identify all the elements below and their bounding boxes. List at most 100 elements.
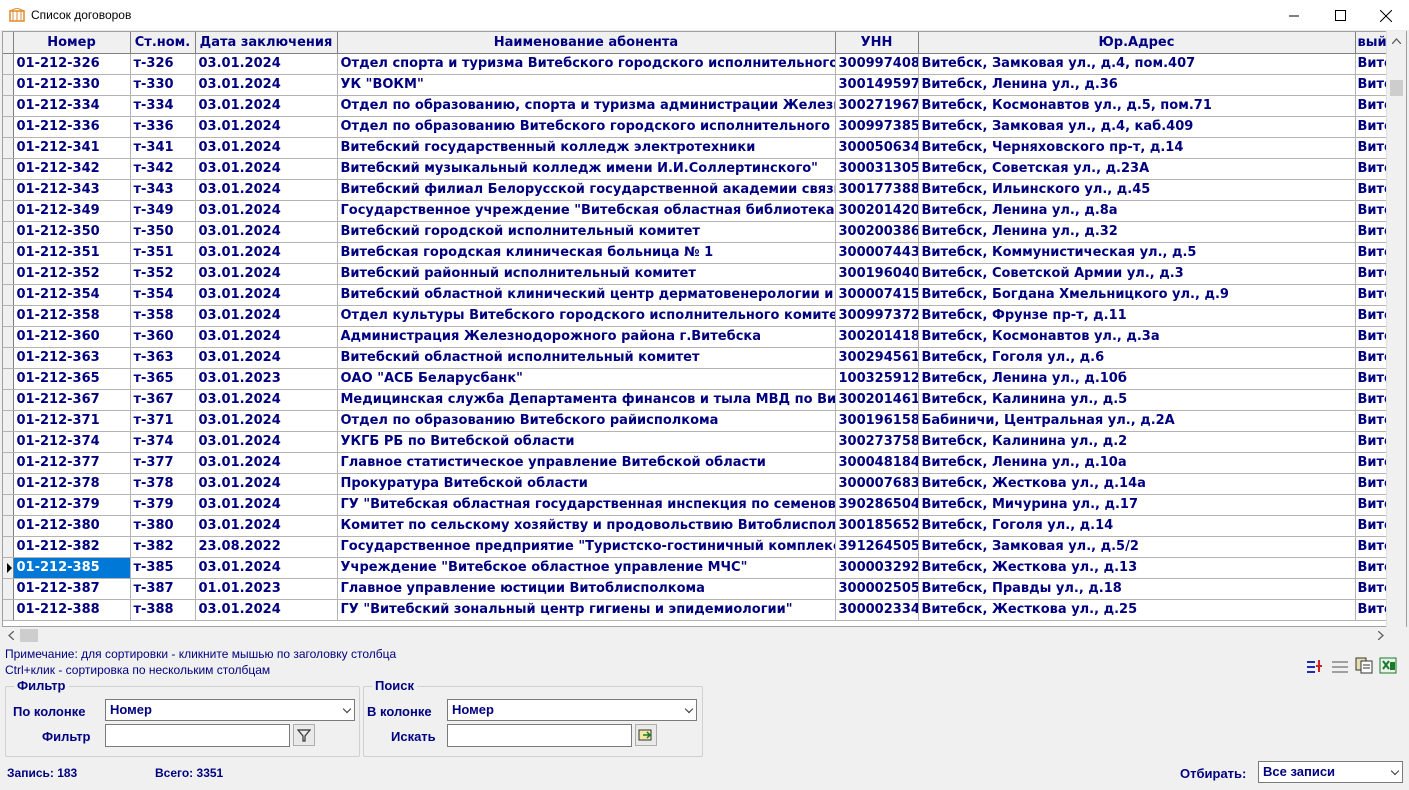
cell-address[interactable]: Витебск, Фрунзе пр-т, д.11 xyxy=(918,305,1356,327)
cell-stnum[interactable]: т-349 xyxy=(130,200,196,222)
cell-address[interactable]: Витебск, Советская ул., д.23А xyxy=(918,158,1356,180)
cell-stnum[interactable]: т-360 xyxy=(130,326,196,348)
table-row[interactable]: 01-212-387 т-387 01.01.2023 Главное управле… xyxy=(3,578,1391,600)
cell-name[interactable]: Витебский городской исполнительный комит… xyxy=(337,221,836,243)
cell-name[interactable]: Витебский филиал Белорусской государстве… xyxy=(337,179,836,201)
column-header-date[interactable]: Дата заключения xyxy=(195,32,338,54)
table-row[interactable]: 01-212-382 т-382 23.08.2022 Государственное… xyxy=(3,536,1391,558)
cell-date[interactable]: 03.01.2024 xyxy=(195,221,338,243)
row-indicator[interactable] xyxy=(3,116,14,138)
table-row[interactable]: 01-212-352 т-352 03.01.2024 Витебский район… xyxy=(3,263,1391,285)
cell-unn[interactable]: 390286504 xyxy=(835,494,919,516)
cell-unn[interactable]: 300271967 xyxy=(835,95,919,117)
cell-address[interactable]: Витебск, Коммунистическая ул., д.5 xyxy=(918,242,1356,264)
row-indicator[interactable] xyxy=(3,242,14,264)
cell-stnum[interactable]: т-385 xyxy=(130,557,196,579)
column-header-name[interactable]: Наименование абонента xyxy=(337,32,836,54)
cell-number[interactable]: 01-212-354 xyxy=(13,284,131,306)
cell-number[interactable]: 01-212-352 xyxy=(13,263,131,285)
cell-stnum[interactable]: т-351 xyxy=(130,242,196,264)
cell-unn[interactable]: 391264505 xyxy=(835,536,919,558)
column-header-extra[interactable]: вый xyxy=(1355,32,1391,54)
cell-stnum[interactable]: т-352 xyxy=(130,263,196,285)
cell-stnum[interactable]: т-354 xyxy=(130,284,196,306)
cell-name[interactable]: Главное статистическое управление Витебс… xyxy=(337,452,836,474)
cell-unn[interactable]: 300002334 xyxy=(835,599,919,621)
cell-address[interactable]: Витебск, Жесткова ул., д.13 xyxy=(918,557,1356,579)
cell-date[interactable]: 03.01.2024 xyxy=(195,53,338,75)
cell-extra[interactable]: Вито xyxy=(1355,242,1391,264)
cell-date[interactable]: 03.01.2024 xyxy=(195,599,338,621)
cell-date[interactable]: 01.01.2023 xyxy=(195,578,338,600)
table-row[interactable]: 01-212-351 т-351 03.01.2024 Витебская город… xyxy=(3,242,1391,264)
cell-number[interactable]: 01-212-358 xyxy=(13,305,131,327)
minimize-button[interactable] xyxy=(1271,0,1317,31)
cell-name[interactable]: Витебский районный исполнительный комите… xyxy=(337,263,836,285)
cell-number[interactable]: 01-212-377 xyxy=(13,452,131,474)
search-input[interactable] xyxy=(447,724,632,747)
cell-unn[interactable]: 300007683 xyxy=(835,473,919,495)
search-column-select[interactable]: Номер xyxy=(447,699,697,721)
cell-number[interactable]: 01-212-341 xyxy=(13,137,131,159)
cell-stnum[interactable]: т-363 xyxy=(130,347,196,369)
scroll-right-icon[interactable] xyxy=(1378,631,1384,640)
vertical-scroll-thumb[interactable] xyxy=(1390,80,1403,96)
search-button[interactable] xyxy=(635,724,657,746)
cell-address[interactable]: Витебск, Гоголя ул., д.14 xyxy=(918,515,1356,537)
cell-name[interactable]: Медицинская служба Департамента финансов… xyxy=(337,389,836,411)
column-header-number[interactable]: Номер xyxy=(13,32,131,54)
cell-extra[interactable]: Вито xyxy=(1355,368,1391,390)
horizontal-scrollbar[interactable] xyxy=(2,627,1386,644)
cell-number[interactable]: 01-212-367 xyxy=(13,389,131,411)
cell-unn[interactable]: 300048184 xyxy=(835,452,919,474)
row-indicator[interactable] xyxy=(3,221,14,243)
cell-address[interactable]: Витебск, Ленина ул., д.10б xyxy=(918,368,1356,390)
cell-stnum[interactable]: т-382 xyxy=(130,536,196,558)
table-row[interactable]: 01-212-358 т-358 03.01.2024 Отдел культуры … xyxy=(3,305,1391,327)
cell-address[interactable]: Витебск, Советской Армии ул., д.3 xyxy=(918,263,1356,285)
cell-extra[interactable]: Вито xyxy=(1355,452,1391,474)
row-indicator[interactable] xyxy=(3,410,14,432)
cell-name[interactable]: Отдел по образованию Витебского городско… xyxy=(337,116,836,138)
cell-stnum[interactable]: т-377 xyxy=(130,452,196,474)
cell-name[interactable]: Комитет по сельскому хозяйству и продово… xyxy=(337,515,836,537)
cell-number[interactable]: 01-212-388 xyxy=(13,599,131,621)
row-indicator[interactable] xyxy=(3,599,14,621)
cell-name[interactable]: Администрация Железнодорожного района г.… xyxy=(337,326,836,348)
cell-date[interactable]: 03.01.2024 xyxy=(195,326,338,348)
table-row[interactable]: 01-212-363 т-363 03.01.2024 Витебский облас… xyxy=(3,347,1391,369)
cell-extra[interactable]: Вито xyxy=(1355,284,1391,306)
cell-extra[interactable]: Вито xyxy=(1355,473,1391,495)
cell-stnum[interactable]: т-380 xyxy=(130,515,196,537)
cell-name[interactable]: Витебский областной клинический центр де… xyxy=(337,284,836,306)
cell-unn[interactable]: 300997385 xyxy=(835,116,919,138)
cell-address[interactable]: Витебск, Жесткова ул., д.25 xyxy=(918,599,1356,621)
cell-name[interactable]: Отдел по образованию Витебского райиспол… xyxy=(337,410,836,432)
cell-number[interactable]: 01-212-387 xyxy=(13,578,131,600)
cell-number[interactable]: 01-212-378 xyxy=(13,473,131,495)
cell-name[interactable]: УК "ВОКМ" xyxy=(337,74,836,96)
column-header-unn[interactable]: УНН xyxy=(835,32,919,54)
cell-unn[interactable]: 300997372 xyxy=(835,305,919,327)
cell-stnum[interactable]: т-358 xyxy=(130,305,196,327)
cell-unn[interactable]: 300200386 xyxy=(835,221,919,243)
cell-stnum[interactable]: т-336 xyxy=(130,116,196,138)
cell-extra[interactable]: Вито xyxy=(1355,158,1391,180)
contracts-grid[interactable]: Номер Ст.ном. Дата заключения Наименован… xyxy=(2,31,1407,627)
row-indicator[interactable] xyxy=(3,578,14,600)
cell-number[interactable]: 01-212-351 xyxy=(13,242,131,264)
table-row[interactable]: 01-212-379 т-379 03.01.2024 ГУ "Витебская о… xyxy=(3,494,1391,516)
cell-stnum[interactable]: т-342 xyxy=(130,158,196,180)
cell-address[interactable]: Витебск, Правды ул., д.18 xyxy=(918,578,1356,600)
cell-date[interactable]: 23.08.2022 xyxy=(195,536,338,558)
cell-date[interactable]: 03.01.2024 xyxy=(195,452,338,474)
cell-extra[interactable]: Вито xyxy=(1355,221,1391,243)
cell-address[interactable]: Витебск, Ленина ул., д.32 xyxy=(918,221,1356,243)
table-row[interactable]: 01-212-326 т-326 03.01.2024 Отдел спорта и … xyxy=(3,53,1391,75)
cell-extra[interactable]: Вито xyxy=(1355,557,1391,579)
cell-stnum[interactable]: т-350 xyxy=(130,221,196,243)
cell-name[interactable]: Витебская городская клиническая больница… xyxy=(337,242,836,264)
cell-address[interactable]: Витебск, Ленина ул., д.10а xyxy=(918,452,1356,474)
cell-stnum[interactable]: т-330 xyxy=(130,74,196,96)
cell-date[interactable]: 03.01.2024 xyxy=(195,284,338,306)
